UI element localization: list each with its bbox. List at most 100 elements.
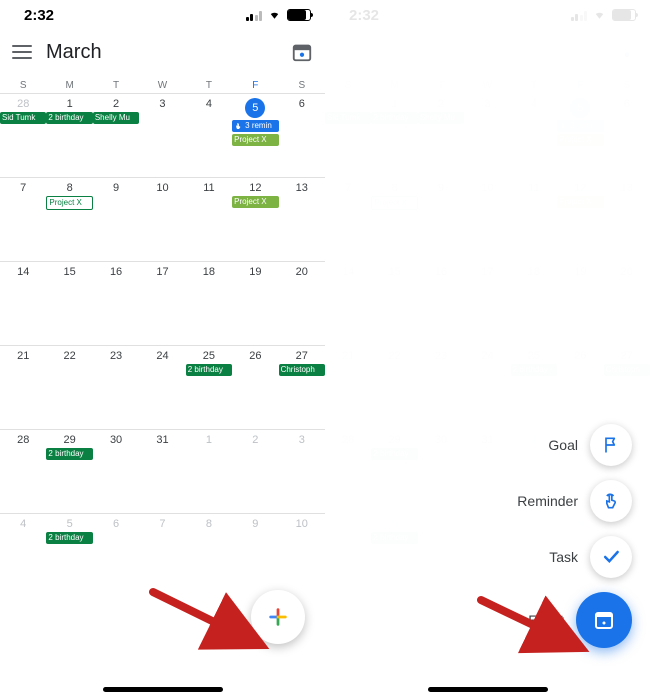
event-chip[interactable]: Shelly Mu (93, 112, 139, 124)
day-number: 28 (0, 98, 46, 110)
weekday-label: S (0, 80, 46, 91)
home-indicator (428, 687, 548, 692)
day-number: 26 (232, 350, 278, 362)
event-chip[interactable]: 3 remin (232, 120, 278, 132)
day-number: 18 (186, 266, 232, 278)
day-cell[interactable]: 19 (232, 261, 278, 345)
fab-item-label: Event (528, 612, 564, 628)
day-number: 21 (0, 350, 46, 362)
day-cell[interactable]: 28 Sid Tumk (0, 93, 46, 177)
day-cell[interactable]: 53 reminProject X (232, 93, 278, 177)
day-cell[interactable]: 252 birthday (186, 345, 232, 429)
today-icon[interactable] (291, 41, 313, 63)
flag-icon (601, 435, 621, 455)
day-number: 20 (279, 266, 325, 278)
day-cell[interactable]: 17 (139, 261, 185, 345)
day-cell[interactable]: 4 (0, 513, 46, 597)
calendar-grid[interactable]: 28Sid Tumk12 birthday2Shelly Mu3453 remi… (0, 93, 325, 597)
day-cell[interactable]: 13 (279, 177, 325, 261)
day-cell[interactable]: 16 (93, 261, 139, 345)
day-cell[interactable]: 6 (93, 513, 139, 597)
event-chip[interactable]: Project X (232, 196, 278, 208)
day-cell[interactable]: 28 (0, 429, 46, 513)
day-cell[interactable]: 7 (139, 513, 185, 597)
event-chip[interactable]: Sid Tumk (0, 112, 46, 124)
fab-mini-button[interactable] (590, 424, 632, 466)
weekday-label: T (93, 80, 139, 91)
status-bar: 2:32 (0, 0, 325, 30)
day-cell[interactable]: 21 (0, 345, 46, 429)
cal-icon (592, 608, 616, 632)
month-title[interactable]: March (46, 41, 102, 64)
day-cell[interactable]: 9 (93, 177, 139, 261)
fab-mini-button[interactable] (590, 480, 632, 522)
day-cell[interactable]: 23 (93, 345, 139, 429)
day-number: 31 (139, 434, 185, 446)
day-cell[interactable]: 8 (186, 513, 232, 597)
day-cell[interactable]: 11 (186, 177, 232, 261)
plus-icon (267, 606, 289, 628)
day-number: 1 (186, 434, 232, 446)
fab-item-event[interactable]: Event (528, 592, 632, 648)
event-chip[interactable]: Christoph (279, 364, 325, 376)
event-chip[interactable]: 2 birthday (46, 112, 92, 124)
day-cell[interactable]: 10 (139, 177, 185, 261)
day-number: 7 (0, 182, 46, 194)
day-cell[interactable]: 2 (232, 429, 278, 513)
day-cell[interactable]: 4 (186, 93, 232, 177)
day-cell[interactable]: 26 (232, 345, 278, 429)
day-cell[interactable]: 292 birthday (46, 429, 92, 513)
day-cell[interactable]: 24 (139, 345, 185, 429)
day-cell[interactable]: 14 (0, 261, 46, 345)
day-number: 11 (186, 182, 232, 194)
day-cell[interactable]: 8 Project X (46, 177, 92, 261)
event-chip[interactable]: Project X (46, 196, 92, 210)
day-cell[interactable]: 7 (0, 177, 46, 261)
day-cell[interactable]: 12 Project X (232, 177, 278, 261)
day-cell[interactable]: 27Christoph (279, 345, 325, 429)
fab-item-goal[interactable]: Goal (548, 424, 632, 466)
menu-icon[interactable] (12, 45, 32, 59)
fab-main-button[interactable] (576, 592, 632, 648)
day-cell[interactable]: 6 (279, 93, 325, 177)
home-indicator (103, 687, 223, 692)
fab-item-label: Goal (548, 437, 578, 453)
day-cell[interactable]: 31 (139, 429, 185, 513)
day-number: 12 (232, 182, 278, 194)
day-cell[interactable]: 15 (46, 261, 92, 345)
day-number: 8 (186, 518, 232, 530)
day-cell[interactable]: 18 (186, 261, 232, 345)
fab-item-task[interactable]: Task (549, 536, 632, 578)
day-number: 1 (46, 98, 92, 110)
day-number: 4 (0, 518, 46, 530)
event-chip[interactable]: Project X (232, 134, 278, 146)
day-cell[interactable]: 3 (279, 429, 325, 513)
fab-menu: Goal Reminder Task Event (517, 424, 632, 648)
day-cell[interactable]: 10 (279, 513, 325, 597)
day-cell[interactable]: 1 (186, 429, 232, 513)
day-cell[interactable]: 2Shelly Mu (93, 93, 139, 177)
day-cell[interactable]: 30 (93, 429, 139, 513)
day-number: 6 (279, 98, 325, 110)
day-number: 10 (139, 182, 185, 194)
create-fab[interactable] (251, 590, 305, 644)
event-chip[interactable]: 2 birthday (46, 532, 92, 544)
fab-mini-button[interactable] (590, 536, 632, 578)
day-cell[interactable]: 52 birthday (46, 513, 92, 597)
day-number: 30 (93, 434, 139, 446)
day-cell[interactable]: 3 (139, 93, 185, 177)
day-cell[interactable]: 9 (232, 513, 278, 597)
weekday-label: T (186, 80, 232, 91)
day-number: 9 (93, 182, 139, 194)
event-chip[interactable]: 2 birthday (186, 364, 232, 376)
day-number: 8 (46, 182, 92, 194)
day-cell[interactable]: 22 (46, 345, 92, 429)
event-chip[interactable]: 2 birthday (46, 448, 92, 460)
day-cell[interactable]: 1 2 birthday (46, 93, 92, 177)
day-number: 16 (93, 266, 139, 278)
day-number: 28 (0, 434, 46, 446)
fab-item-reminder[interactable]: Reminder (517, 480, 632, 522)
day-cell[interactable]: 20 (279, 261, 325, 345)
day-number: 14 (0, 266, 46, 278)
battery-icon (287, 9, 311, 21)
